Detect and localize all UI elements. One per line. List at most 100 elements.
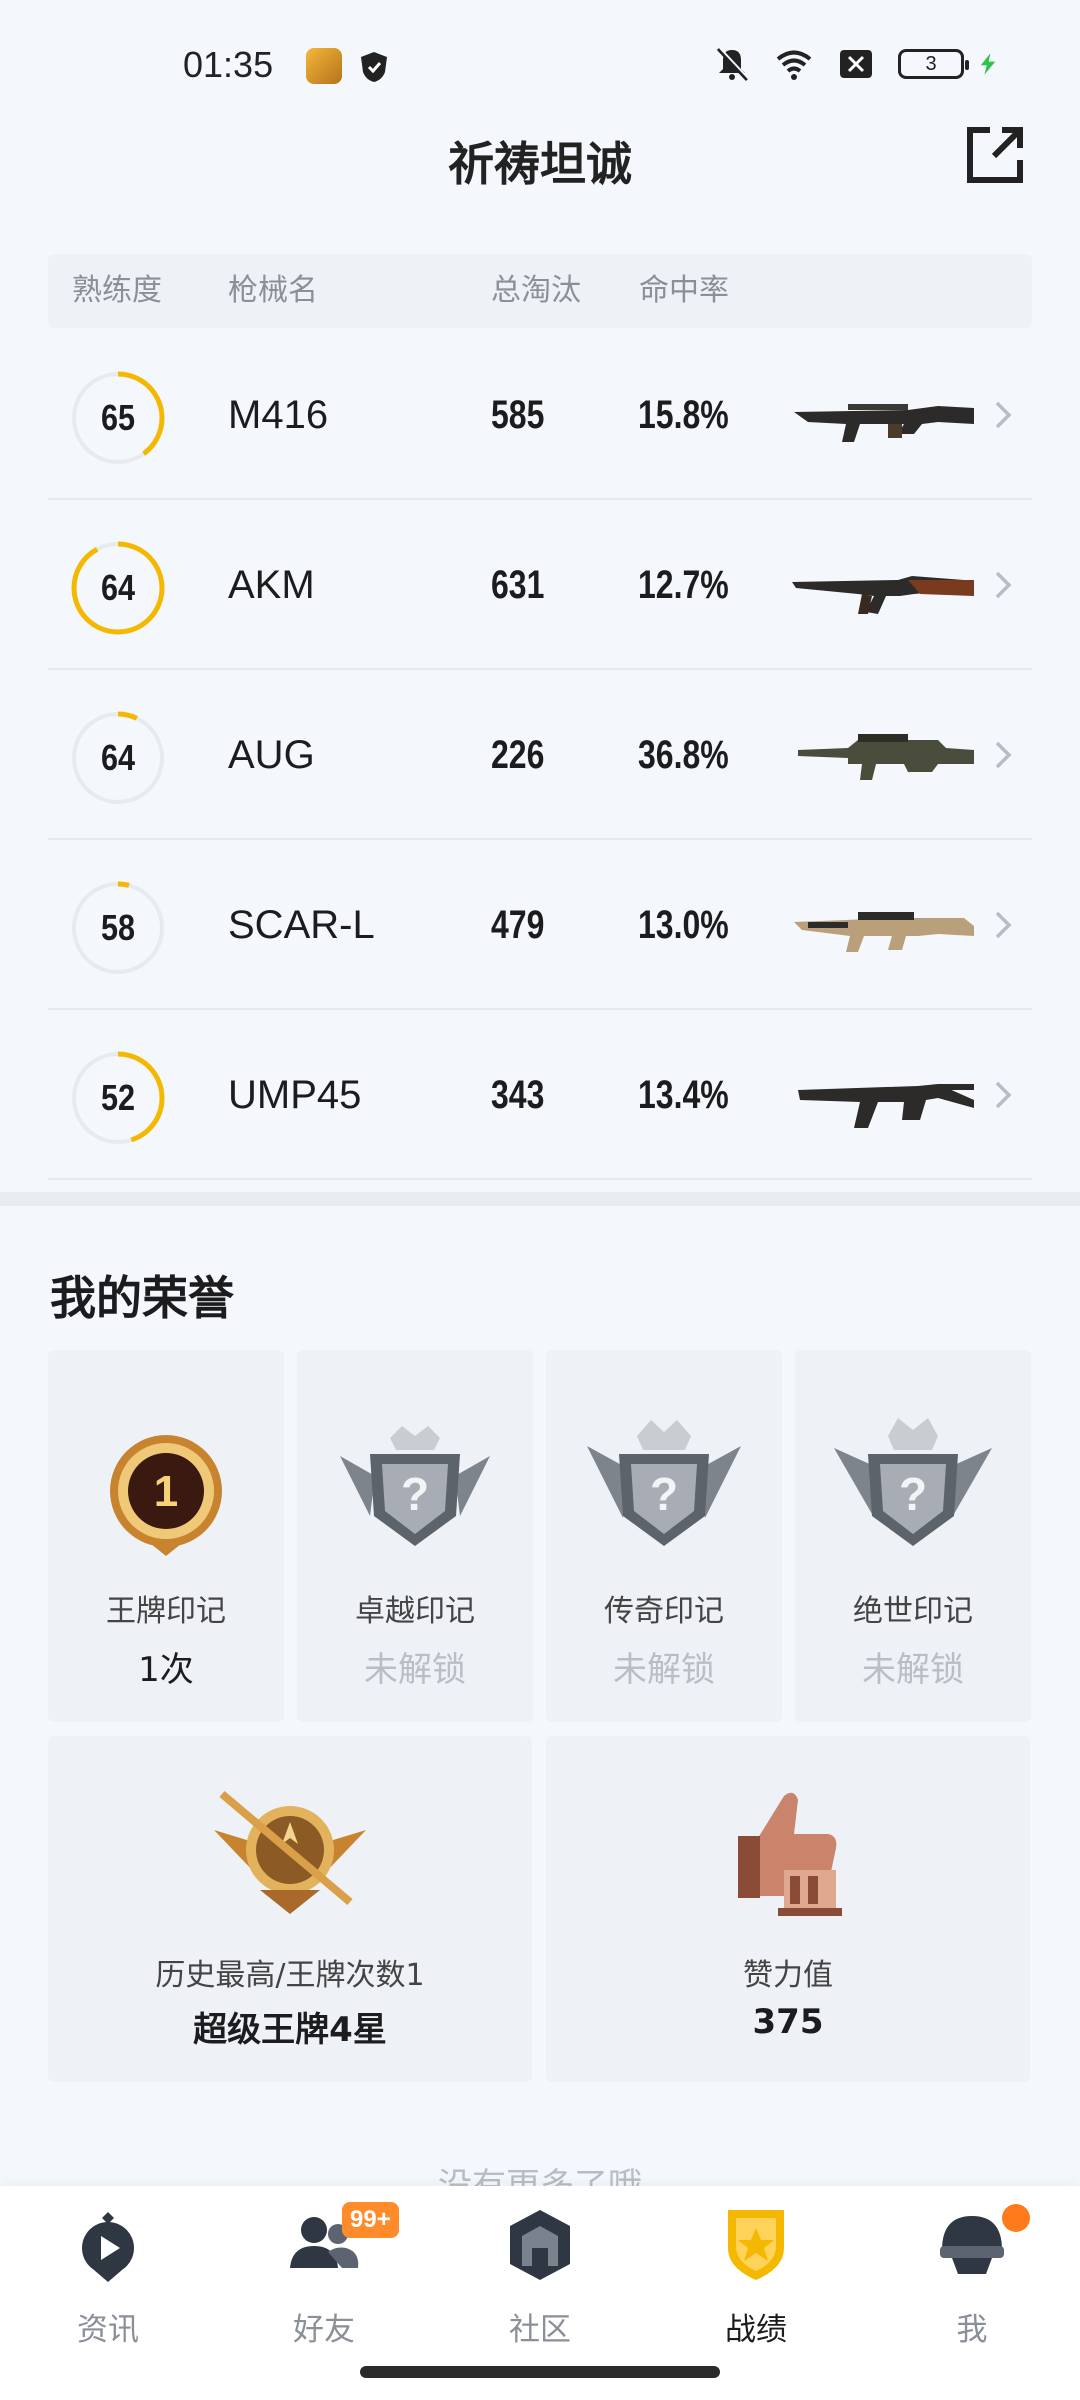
chevron-right-icon: [995, 911, 1012, 939]
honor-card-ace[interactable]: 1 王牌印记 1次: [48, 1350, 284, 1722]
honor-value: 1次: [138, 1650, 194, 1690]
locked-crown-badge-icon: ?: [587, 1420, 741, 1546]
honor-value: 未解锁: [862, 1650, 964, 1690]
svg-text:1: 1: [154, 1467, 178, 1516]
weapon-accuracy: 15.8%: [638, 393, 729, 437]
scar-l-icon: [794, 912, 974, 952]
weapon-name: AKM: [228, 563, 315, 607]
battery-icon: 3: [898, 49, 969, 79]
mute-bell-icon: [716, 47, 750, 82]
svg-text:?: ?: [899, 1468, 927, 1520]
weapon-accuracy: 12.7%: [638, 563, 729, 607]
effort-card[interactable]: 赞力值 375: [546, 1736, 1030, 2082]
nav-tab-friends[interactable]: 99+ 好友: [244, 2202, 404, 2364]
column-weapon-name: 枪械名: [228, 273, 318, 308]
no-sim-icon: [840, 50, 872, 78]
weapon-total-kills: 631: [491, 563, 545, 607]
game-app-icon: [306, 48, 342, 84]
wifi-icon: [776, 50, 812, 80]
highest-rank-card[interactable]: 历史最高/王牌次数1 超级王牌4星: [48, 1736, 532, 2082]
m416-icon: [794, 404, 974, 442]
chevron-right-icon: [995, 741, 1012, 769]
weapon-accuracy: 13.4%: [638, 1073, 729, 1117]
security-shield-icon: [361, 52, 387, 82]
weapon-name: AUG: [228, 733, 315, 777]
notification-dot: [1002, 2204, 1030, 2232]
weapon-row[interactable]: 64 AKM 631 12.7%: [48, 500, 1032, 670]
proficiency-level: 64: [100, 737, 136, 778]
status-icons: 3: [712, 44, 1000, 84]
proficiency-level: 58: [100, 907, 136, 948]
weapon-name: UMP45: [228, 1073, 362, 1117]
page-title: 祈祷坦诚: [448, 137, 632, 191]
weapon-total-kills: 585: [491, 393, 545, 437]
nav-tab-records[interactable]: 战绩: [676, 2204, 836, 2364]
friends-count-badge: 99+: [342, 2202, 399, 2238]
section-divider: [0, 1192, 1080, 1206]
status-bar: 01:35 3: [0, 0, 1080, 120]
helmet-icon: [940, 2216, 1004, 2274]
chevron-right-icon: [995, 1081, 1012, 1109]
honor-label: 传奇印记: [604, 1594, 724, 1629]
proficiency-level: 65: [100, 397, 136, 438]
home-indicator[interactable]: [360, 2366, 720, 2378]
weapon-total-kills: 479: [491, 903, 545, 947]
rank-label: 历史最高/王牌次数1: [155, 1958, 425, 1993]
nav-tab-community[interactable]: 社区: [460, 2204, 620, 2364]
app-screen: 01:35 3 祈祷坦诚 熟练度 枪械名 总淘汰 命中率 65 M416 585…: [0, 0, 1080, 2400]
svg-text:?: ?: [650, 1468, 678, 1520]
nav-label: 社区: [509, 2312, 571, 2348]
column-accuracy: 命中率: [639, 273, 729, 308]
nav-label: 我: [956, 2312, 988, 2348]
community-icon: [510, 2210, 570, 2280]
charging-bolt-icon: [980, 53, 996, 75]
honor-label: 卓越印记: [355, 1594, 475, 1629]
weapon-name: SCAR-L: [228, 903, 375, 947]
chevron-right-icon: [995, 401, 1012, 429]
record-shield-icon: [728, 2210, 784, 2280]
weapon-name: M416: [228, 393, 329, 437]
effort-label: 赞力值: [743, 1958, 833, 1993]
weapon-total-kills: 226: [491, 733, 545, 777]
weapon-row[interactable]: 52 UMP45 343 13.4%: [48, 1010, 1032, 1180]
nav-label: 战绩: [725, 2312, 787, 2348]
chevron-right-icon: [995, 571, 1012, 599]
svg-text:?: ?: [401, 1468, 429, 1520]
locked-crown-badge-icon: ?: [834, 1418, 992, 1546]
proficiency-level: 64: [100, 567, 136, 608]
nav-label: 好友: [293, 2312, 355, 2348]
nav-tab-me[interactable]: 我: [892, 2204, 1052, 2364]
honor-card-excellence[interactable]: ? 卓越印记 未解锁: [297, 1350, 533, 1722]
honor-card-legend[interactable]: ? 传奇印记 未解锁: [546, 1350, 782, 1722]
proficiency-level: 52: [100, 1077, 136, 1118]
honor-value: 未解锁: [613, 1650, 715, 1690]
weapon-total-kills: 343: [491, 1073, 545, 1117]
rank-value: 超级王牌4星: [193, 2010, 387, 2050]
share-button[interactable]: [962, 122, 1028, 188]
honor-value: 未解锁: [364, 1650, 466, 1690]
weapon-row[interactable]: 65 M416 585 15.8%: [48, 330, 1032, 500]
locked-crown-badge-icon: ?: [340, 1426, 490, 1546]
aug-icon: [798, 734, 974, 780]
thumbs-up-trophy-icon: [738, 1792, 842, 1916]
weapon-accuracy: 36.8%: [638, 733, 729, 777]
rank-emblem-icon: [214, 1790, 366, 1914]
nav-tab-news[interactable]: 资讯: [28, 2204, 188, 2364]
honor-label: 王牌印记: [106, 1594, 226, 1629]
weapon-row[interactable]: 58 SCAR-L 479 13.0%: [48, 840, 1032, 1010]
ump45-icon: [798, 1084, 974, 1128]
honor-label: 绝世印记: [853, 1594, 973, 1629]
weapon-accuracy: 13.0%: [638, 903, 729, 947]
effort-value: 375: [752, 2002, 824, 2042]
honor-card-peerless[interactable]: ? 绝世印记 未解锁: [795, 1350, 1031, 1722]
status-time: 01:35: [183, 44, 274, 85]
akm-icon: [792, 576, 974, 614]
column-proficiency: 熟练度: [72, 273, 162, 308]
honors-title: 我的荣誉: [50, 1271, 234, 1325]
news-play-icon: [82, 2212, 134, 2282]
nav-label: 资讯: [77, 2312, 139, 2348]
weapon-row[interactable]: 64 AUG 226 36.8%: [48, 670, 1032, 840]
weapon-table-header: 熟练度 枪械名 总淘汰 命中率: [48, 254, 1032, 328]
column-total-kills: 总淘汰: [491, 273, 581, 308]
ace-medal-icon: 1: [110, 1435, 222, 1556]
